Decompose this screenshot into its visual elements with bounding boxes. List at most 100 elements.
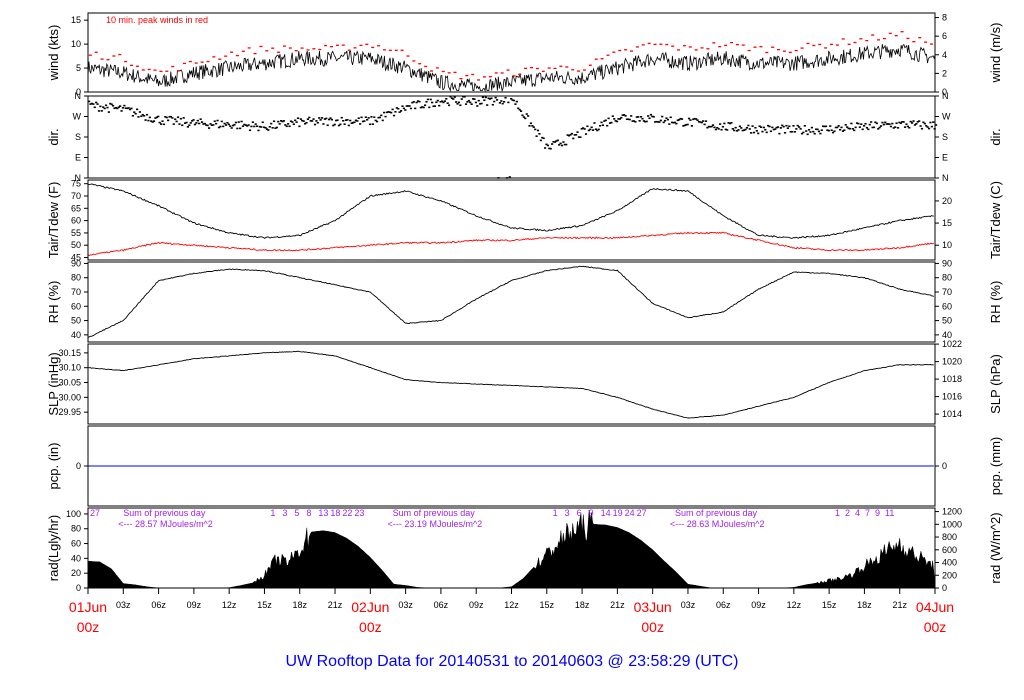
- series-direction-point: [795, 128, 798, 130]
- series-direction-point: [234, 121, 238, 124]
- hour-count-mark: 9: [589, 508, 594, 518]
- y-tick-label-left: 50: [71, 240, 81, 250]
- series-direction-point: [436, 99, 439, 102]
- series-direction-point: [675, 122, 678, 125]
- hour-count-mark: 5: [294, 508, 299, 518]
- y-axis-label-right: wind (m/s): [988, 23, 1003, 84]
- series-direction-point: [583, 128, 586, 130]
- series-direction-point: [230, 127, 233, 129]
- series-direction-point: [634, 121, 637, 123]
- y-tick-label-left: E: [75, 153, 81, 163]
- series-direction-point: [830, 129, 833, 132]
- series-direction-point: [837, 125, 840, 127]
- hour-count-mark: 3: [565, 508, 570, 518]
- panel-temp: Tair/Tdew (F) Tair/Tdew (C)45505560657075…: [46, 179, 1003, 263]
- series-direction-point: [342, 119, 345, 122]
- series-direction-point: [330, 118, 334, 121]
- x-tick-label: 21z: [610, 600, 625, 610]
- series-direction-point: [469, 101, 472, 104]
- series-direction-point: [412, 101, 415, 103]
- series-tdew: [87, 231, 934, 257]
- series-direction-point: [539, 139, 542, 142]
- y-tick-label-left: 10: [71, 39, 81, 49]
- series-direction-point: [610, 121, 613, 124]
- series-direction-point: [889, 125, 893, 128]
- series-direction-point: [714, 128, 717, 131]
- series-direction-point: [926, 126, 929, 128]
- series-direction-point: [734, 126, 737, 129]
- series-direction-point: [100, 110, 103, 112]
- series-direction-point: [865, 126, 869, 129]
- series-direction-point: [401, 105, 404, 107]
- series-direction-point: [726, 129, 729, 131]
- series-direction-point: [207, 127, 211, 129]
- series-direction-point: [586, 125, 589, 128]
- y-tick-label-right: 400: [942, 558, 957, 568]
- series-direction-point: [215, 122, 218, 125]
- y-axis-label-right: dir.: [988, 128, 1003, 145]
- series-direction-point: [119, 105, 122, 107]
- series-direction-point: [364, 116, 367, 119]
- series-direction-point: [453, 96, 456, 98]
- y-axis-label-left: dir.: [46, 128, 61, 145]
- y-tick-label-right: 1018: [942, 374, 962, 384]
- y-tick-label-left: W: [73, 112, 82, 122]
- x-tick-label: 06z: [151, 600, 166, 610]
- series-direction-point: [319, 119, 322, 121]
- y-tick-label-left: 80: [71, 524, 81, 534]
- series-direction-point: [255, 125, 259, 128]
- series-direction-point: [383, 111, 386, 114]
- panel-frame: [87, 12, 936, 93]
- series-direction-point: [375, 120, 379, 123]
- series-direction-point: [593, 122, 596, 124]
- series-direction-point: [501, 102, 504, 105]
- series-direction-point: [272, 120, 276, 123]
- series-direction-point: [223, 122, 226, 125]
- series-direction-point: [809, 131, 812, 133]
- series-direction-point: [805, 130, 808, 132]
- y-tick-label-right: 50: [942, 316, 952, 326]
- series-direction-point: [590, 126, 593, 129]
- series-direction-point: [867, 128, 870, 131]
- y-tick-label-right: 8: [942, 13, 947, 23]
- series-direction-point: [426, 98, 429, 101]
- series-direction-point: [930, 125, 933, 128]
- series-direction-point: [428, 106, 431, 109]
- series-direction-point: [360, 116, 363, 119]
- series-direction-point: [731, 128, 734, 130]
- series-direction-point: [213, 120, 216, 123]
- series-direction-point: [872, 126, 876, 129]
- series-direction-point: [863, 125, 866, 127]
- series-direction-point: [908, 126, 911, 129]
- series-direction-point: [285, 125, 288, 128]
- series-direction-point: [371, 123, 374, 125]
- series-direction-point: [339, 123, 342, 126]
- series-direction-point: [260, 126, 263, 128]
- series-direction-point: [686, 123, 689, 126]
- series-direction-point: [833, 130, 836, 133]
- series-direction-point: [493, 100, 496, 103]
- series-direction-point: [894, 126, 897, 128]
- series-direction-point: [134, 112, 137, 115]
- x-day-label: 04Jun: [916, 599, 954, 615]
- series-direction-point: [829, 125, 832, 127]
- y-tick-label-left: 5: [76, 63, 81, 73]
- y-axis-label-left: wind (kts): [46, 25, 61, 82]
- series-direction-point: [840, 126, 843, 129]
- daily-sum-label: Sum of previous day: [675, 508, 758, 518]
- series-direction-point: [663, 119, 667, 122]
- hour-count-mark: 24: [625, 508, 635, 518]
- series-direction-point: [647, 115, 650, 117]
- hour-count-mark: 11: [885, 508, 894, 518]
- series-direction-point: [806, 133, 809, 136]
- series-direction-point: [719, 123, 722, 125]
- series-direction-point: [268, 125, 271, 128]
- series-direction-point: [236, 127, 239, 130]
- series-direction-point: [534, 128, 537, 131]
- series-direction-point: [179, 117, 182, 120]
- series-direction-point: [891, 122, 894, 125]
- series-direction-point: [97, 110, 101, 112]
- x-day-label: 03Jun: [634, 599, 672, 615]
- series-direction-point: [313, 123, 317, 126]
- series-direction-point: [189, 122, 192, 124]
